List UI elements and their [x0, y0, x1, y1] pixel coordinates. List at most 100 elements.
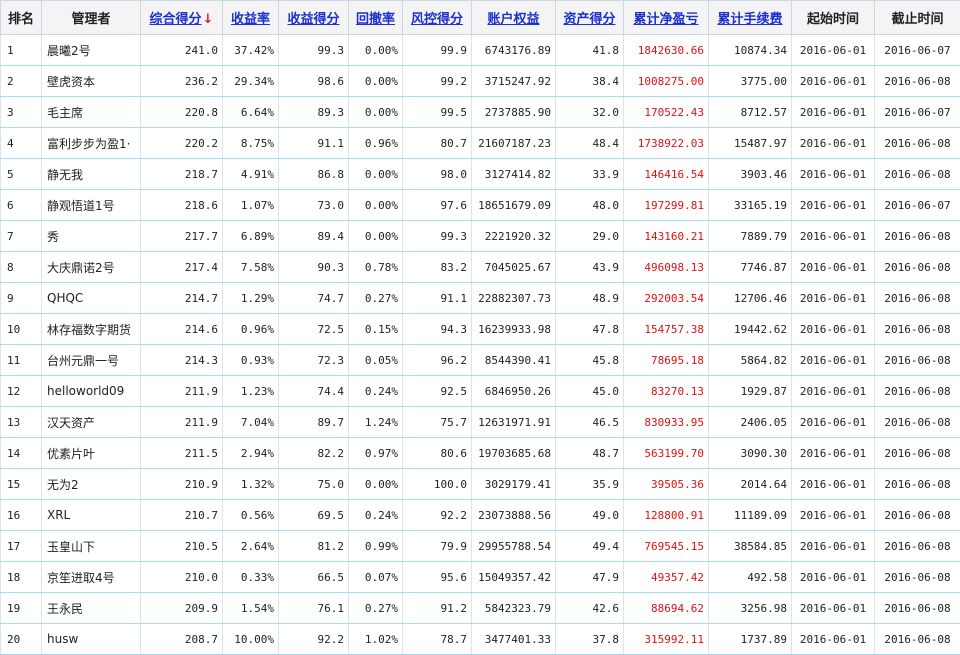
- table-row: 10 林存福数字期货 214.6 0.96% 72.5 0.15% 94.3 16239933…: [0, 313, 960, 345]
- asset-score-cell: 48.0: [555, 189, 624, 221]
- rank-cell: 5: [0, 158, 42, 190]
- start-time-cell: 2016-06-01: [791, 127, 875, 159]
- risk-score-cell: 98.0: [402, 158, 472, 190]
- drawdown-cell: 0.07%: [348, 561, 403, 593]
- equity-cell: 2737885.90: [471, 96, 556, 128]
- net-pnl-cell: 1738922.03: [623, 127, 709, 159]
- equity-cell: 21607187.23: [471, 127, 556, 159]
- return-score-cell: 99.3: [278, 34, 349, 66]
- header-drawdown-sort[interactable]: 回撤率: [348, 0, 403, 35]
- score-cell: 217.4: [140, 251, 223, 283]
- score-cell: 209.9: [140, 592, 223, 624]
- header-equity-sort[interactable]: 账户权益: [471, 0, 556, 35]
- score-cell: 218.6: [140, 189, 223, 221]
- fees-cell: 3090.30: [708, 437, 792, 469]
- asset-score-cell: 48.7: [555, 437, 624, 469]
- net-pnl-cell: 128800.91: [623, 499, 709, 531]
- manager-name-cell: 秀: [41, 220, 141, 252]
- start-time-cell: 2016-06-01: [791, 158, 875, 190]
- return-rate-cell: 0.33%: [222, 561, 279, 593]
- end-time-cell: 2016-06-08: [874, 499, 960, 531]
- return-score-cell: 89.4: [278, 220, 349, 252]
- manager-name-cell: 静无我: [41, 158, 141, 190]
- end-time-cell: 2016-06-08: [874, 437, 960, 469]
- fees-cell: 15487.97: [708, 127, 792, 159]
- net-pnl-cell: 83270.13: [623, 375, 709, 407]
- rank-cell: 20: [0, 623, 42, 655]
- manager-name-cell: 京笙进取4号: [41, 561, 141, 593]
- risk-score-cell: 99.2: [402, 65, 472, 97]
- end-time-cell: 2016-06-08: [874, 282, 960, 314]
- table-row: 6 静观悟道1号 218.6 1.07% 73.0 0.00% 97.6 18651679.0…: [0, 189, 960, 221]
- net-pnl-cell: 143160.21: [623, 220, 709, 252]
- asset-score-cell: 43.9: [555, 251, 624, 283]
- header-fees-sort[interactable]: 累计手续费: [708, 0, 792, 35]
- header-net-pnl-sort[interactable]: 累计净盈亏: [623, 0, 709, 35]
- asset-score-cell: 42.6: [555, 592, 624, 624]
- table-body: 1 晨曦2号 241.0 37.42% 99.3 0.00% 99.9 6743176.89 4…: [0, 34, 960, 655]
- risk-score-cell: 80.7: [402, 127, 472, 159]
- net-pnl-cell: 496098.13: [623, 251, 709, 283]
- manager-name-cell: 台州元鼎一号: [41, 344, 141, 376]
- drawdown-cell: 0.24%: [348, 499, 403, 531]
- rank-cell: 15: [0, 468, 42, 500]
- table-row: 14 优素片叶 211.5 2.94% 82.2 0.97% 80.6 19703685.68…: [0, 437, 960, 469]
- table-row: 13 汉天资产 211.9 7.04% 89.7 1.24% 75.7 12631971.91…: [0, 406, 960, 438]
- header-score-sort[interactable]: 综合得分↓: [140, 0, 223, 35]
- net-pnl-cell: 197299.81: [623, 189, 709, 221]
- fees-cell: 7746.87: [708, 251, 792, 283]
- score-cell: 210.9: [140, 468, 223, 500]
- score-cell: 217.7: [140, 220, 223, 252]
- rank-cell: 1: [0, 34, 42, 66]
- start-time-cell: 2016-06-01: [791, 220, 875, 252]
- risk-score-cell: 100.0: [402, 468, 472, 500]
- manager-name-cell: 富利步步为盈1·: [41, 127, 141, 159]
- risk-score-cell: 97.6: [402, 189, 472, 221]
- fees-cell: 3775.00: [708, 65, 792, 97]
- asset-score-cell: 38.4: [555, 65, 624, 97]
- header-return-rate-sort[interactable]: 收益率: [222, 0, 279, 35]
- score-cell: 211.9: [140, 406, 223, 438]
- return-rate-cell: 8.75%: [222, 127, 279, 159]
- score-cell: 220.2: [140, 127, 223, 159]
- header-asset-score-sort[interactable]: 资产得分: [555, 0, 624, 35]
- header-return-score-sort[interactable]: 收益得分: [278, 0, 349, 35]
- net-pnl-cell: 563199.70: [623, 437, 709, 469]
- return-rate-cell: 29.34%: [222, 65, 279, 97]
- return-rate-cell: 4.91%: [222, 158, 279, 190]
- manager-name-cell: 大庆鼎诺2号: [41, 251, 141, 283]
- return-score-cell: 81.2: [278, 530, 349, 562]
- equity-cell: 6846950.26: [471, 375, 556, 407]
- end-time-cell: 2016-06-08: [874, 468, 960, 500]
- return-score-cell: 74.7: [278, 282, 349, 314]
- rank-cell: 10: [0, 313, 42, 345]
- rank-cell: 8: [0, 251, 42, 283]
- fees-cell: 1737.89: [708, 623, 792, 655]
- fees-cell: 2014.64: [708, 468, 792, 500]
- risk-score-cell: 99.5: [402, 96, 472, 128]
- header-risk-score-sort[interactable]: 风控得分: [402, 0, 472, 35]
- risk-score-cell: 83.2: [402, 251, 472, 283]
- score-cell: 210.0: [140, 561, 223, 593]
- return-rate-cell: 2.94%: [222, 437, 279, 469]
- return-rate-cell: 2.64%: [222, 530, 279, 562]
- net-pnl-cell: 170522.43: [623, 96, 709, 128]
- manager-name-cell: 无为2: [41, 468, 141, 500]
- equity-cell: 12631971.91: [471, 406, 556, 438]
- rank-cell: 18: [0, 561, 42, 593]
- risk-score-cell: 94.3: [402, 313, 472, 345]
- rank-cell: 4: [0, 127, 42, 159]
- end-time-cell: 2016-06-08: [874, 65, 960, 97]
- return-rate-cell: 1.07%: [222, 189, 279, 221]
- table-row: 5 静无我 218.7 4.91% 86.8 0.00% 98.0 3127414.82 33.…: [0, 158, 960, 190]
- return-rate-cell: 0.93%: [222, 344, 279, 376]
- asset-score-cell: 49.4: [555, 530, 624, 562]
- drawdown-cell: 0.27%: [348, 592, 403, 624]
- return-score-cell: 86.8: [278, 158, 349, 190]
- fees-cell: 11189.09: [708, 499, 792, 531]
- asset-score-cell: 45.0: [555, 375, 624, 407]
- equity-cell: 3127414.82: [471, 158, 556, 190]
- rank-cell: 16: [0, 499, 42, 531]
- table-row: 8 大庆鼎诺2号 217.4 7.58% 90.3 0.78% 83.2 7045025.67…: [0, 251, 960, 283]
- risk-score-cell: 95.6: [402, 561, 472, 593]
